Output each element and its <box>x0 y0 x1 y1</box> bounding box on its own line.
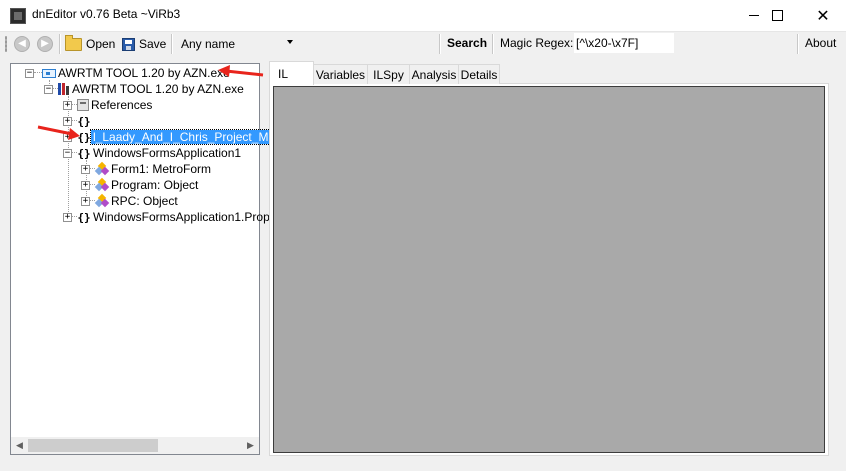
red-arrow-icon <box>37 125 80 140</box>
annotation-overlay <box>37 65 264 140</box>
tab-il[interactable]: IL <box>269 61 314 85</box>
red-arrow-icon <box>218 65 264 77</box>
